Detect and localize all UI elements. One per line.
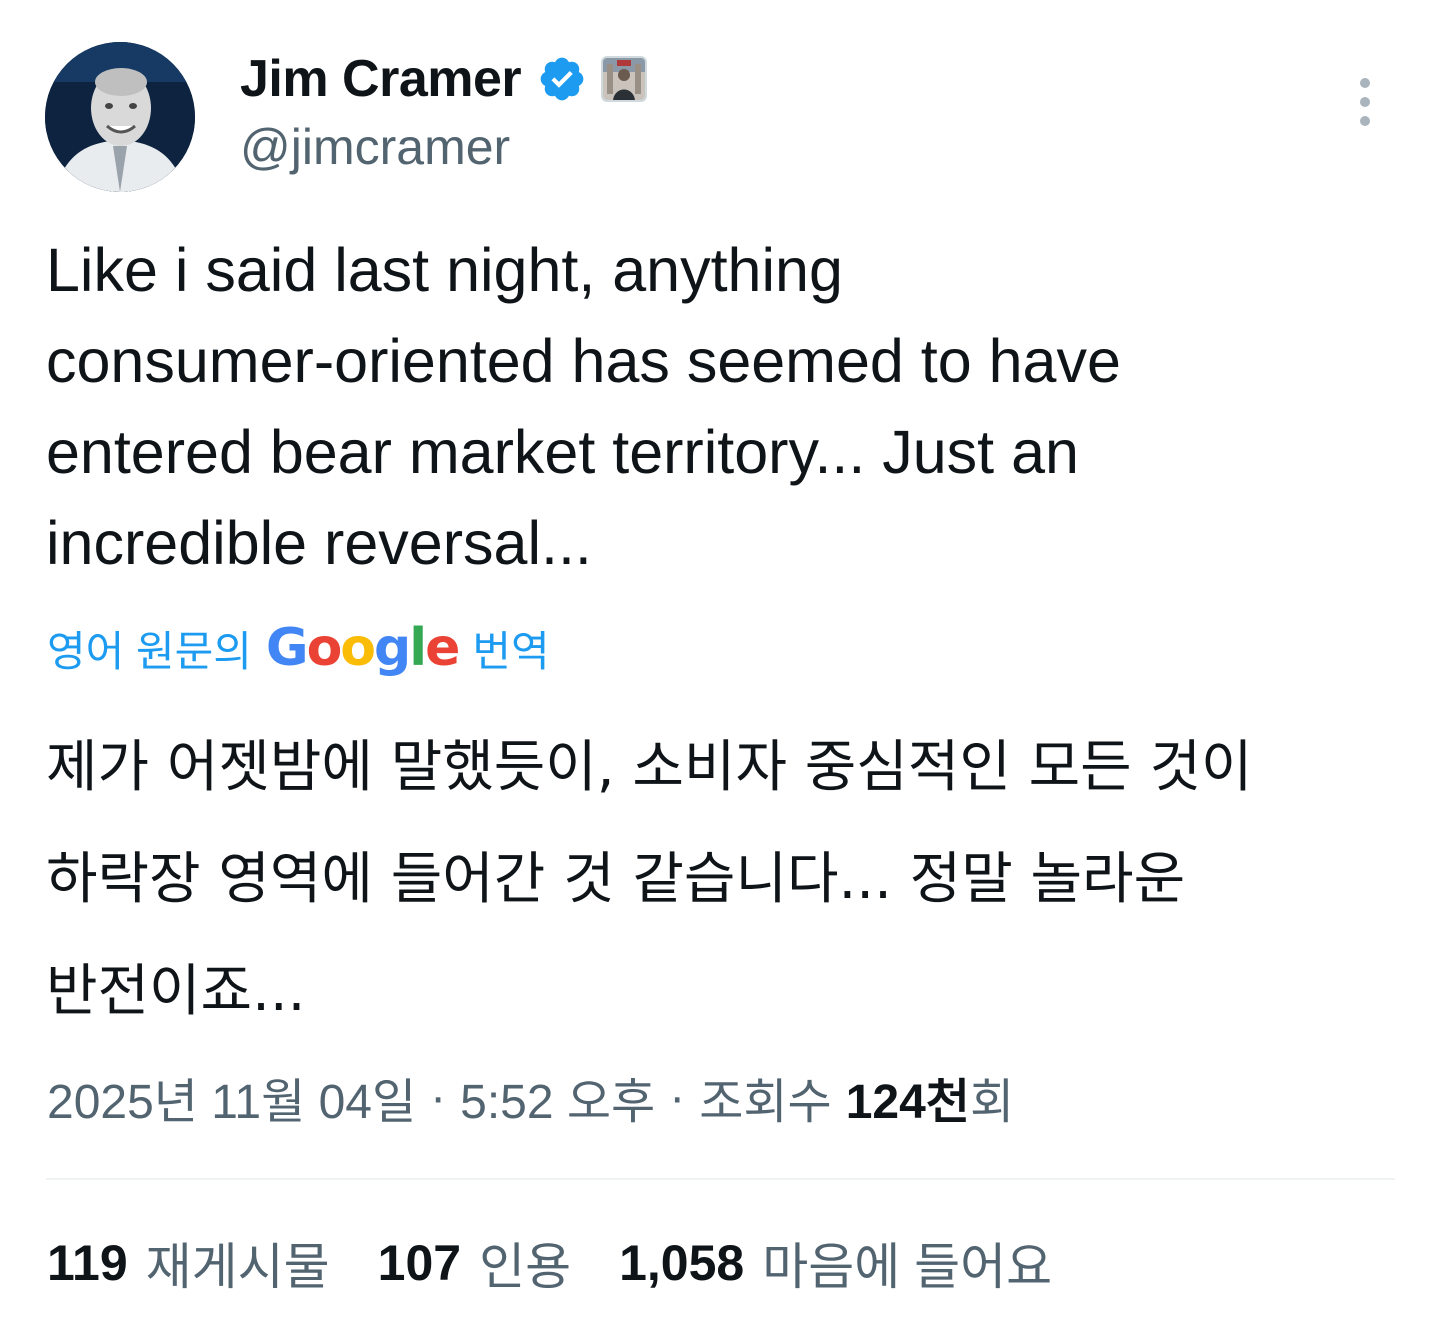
quotes-stat[interactable]: 107 인용 bbox=[378, 1227, 571, 1299]
translation-prefix: 영어 원문의 bbox=[47, 627, 252, 675]
translation-attribution-link[interactable]: 영어 원문의 Google 번역 bbox=[47, 618, 550, 678]
reposts-label: 재게시물 bbox=[145, 1239, 330, 1295]
translation-suffix: 번역 bbox=[472, 627, 550, 675]
google-logo-letter: o bbox=[340, 618, 376, 678]
tweet-text: Like i said last night, anything consume… bbox=[46, 236, 1121, 577]
quotes-count: 107 bbox=[377, 1235, 462, 1291]
likes-stat[interactable]: 1,058 마음에 들어요 bbox=[619, 1227, 1052, 1299]
views-count[interactable]: 124천 bbox=[846, 1062, 970, 1132]
reposts-stat[interactable]: 119 재게시물 bbox=[47, 1227, 330, 1299]
google-logo-letter: l bbox=[409, 618, 427, 678]
views-label: 조회수 bbox=[699, 1076, 832, 1129]
tweet-date[interactable]: 2025년 11월 04일 bbox=[47, 1062, 416, 1132]
views-label-suffix: 회 bbox=[969, 1076, 1015, 1129]
user-name-row: Jim Cramer bbox=[240, 44, 648, 114]
google-logo-letter: g bbox=[374, 618, 411, 678]
translated-tweet-text: 제가 어젯밤에 말했듯이, 소비자 중심적인 모든 것이 하락장 영역에 들어간… bbox=[46, 735, 1253, 1024]
display-name[interactable]: Jim Cramer bbox=[240, 49, 522, 109]
google-logo-letter: o bbox=[306, 618, 343, 678]
meta-separator: · bbox=[669, 1070, 686, 1124]
google-logo-letter: G bbox=[265, 618, 309, 678]
more-vertical-icon bbox=[1360, 78, 1370, 126]
verified-badge-icon[interactable] bbox=[537, 54, 587, 104]
tweet-time[interactable]: 5:52 오후 bbox=[460, 1062, 655, 1132]
meta-separator: · bbox=[430, 1070, 447, 1124]
more-options-button[interactable] bbox=[1346, 74, 1384, 130]
divider bbox=[46, 1178, 1395, 1180]
likes-count: 1,058 bbox=[619, 1235, 745, 1291]
affiliate-badge-icon[interactable] bbox=[601, 56, 648, 102]
quotes-label: 인용 bbox=[479, 1239, 572, 1295]
google-logo-icon: Google bbox=[265, 618, 461, 678]
likes-label: 마음에 들어요 bbox=[762, 1239, 1053, 1295]
avatar[interactable] bbox=[45, 42, 195, 192]
engagement-stats: 119 재게시물 107 인용 1,058 마음에 들어요 bbox=[47, 1228, 1100, 1298]
avatar-image bbox=[45, 42, 195, 192]
user-handle[interactable]: @jimcramer bbox=[240, 118, 510, 176]
google-logo-letter: e bbox=[425, 618, 460, 678]
reposts-count: 119 bbox=[47, 1235, 128, 1291]
tweet-meta: 2025년 11월 04일 · 5:52 오후 · 조회수 124천 회 bbox=[47, 1062, 1014, 1132]
